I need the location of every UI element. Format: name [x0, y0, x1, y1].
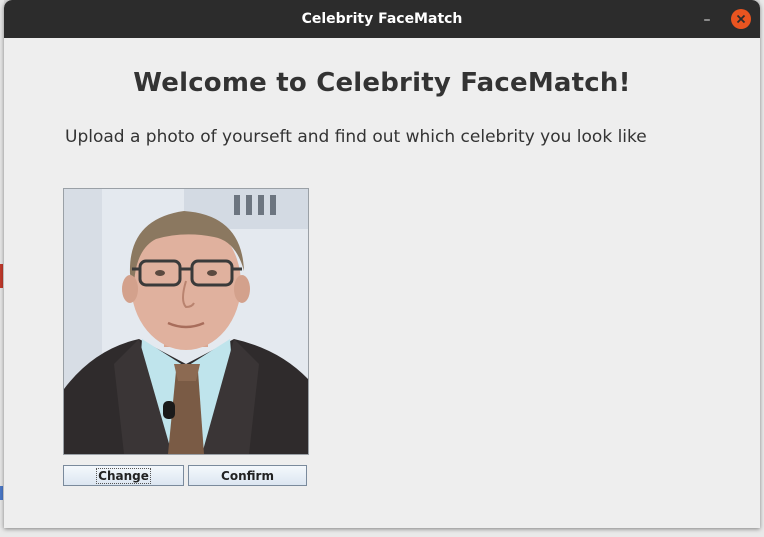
- app-window: Celebrity FaceMatch – Welcome to Celebri…: [4, 0, 760, 528]
- close-icon: [736, 14, 746, 24]
- title-bar[interactable]: Celebrity FaceMatch –: [4, 0, 760, 38]
- instruction-text: Upload a photo of yourseft and find out …: [65, 127, 647, 147]
- background-desktop-strip: [0, 528, 764, 537]
- confirm-button[interactable]: Confirm: [188, 465, 307, 486]
- close-button[interactable]: [731, 9, 751, 29]
- background-red-marker: [0, 264, 3, 288]
- background-window-edge-right: [760, 0, 764, 537]
- window-title: Celebrity FaceMatch: [301, 11, 463, 27]
- minimize-button[interactable]: –: [697, 9, 717, 29]
- background-blue-marker: [0, 486, 3, 500]
- main-panel: Welcome to Celebrity FaceMatch! Upload a…: [4, 38, 760, 528]
- change-button-label: Change: [96, 468, 151, 484]
- change-button[interactable]: Change: [63, 465, 184, 486]
- welcome-heading: Welcome to Celebrity FaceMatch!: [133, 68, 631, 98]
- uploaded-photo: [63, 188, 309, 455]
- person-photo-icon: [64, 189, 308, 454]
